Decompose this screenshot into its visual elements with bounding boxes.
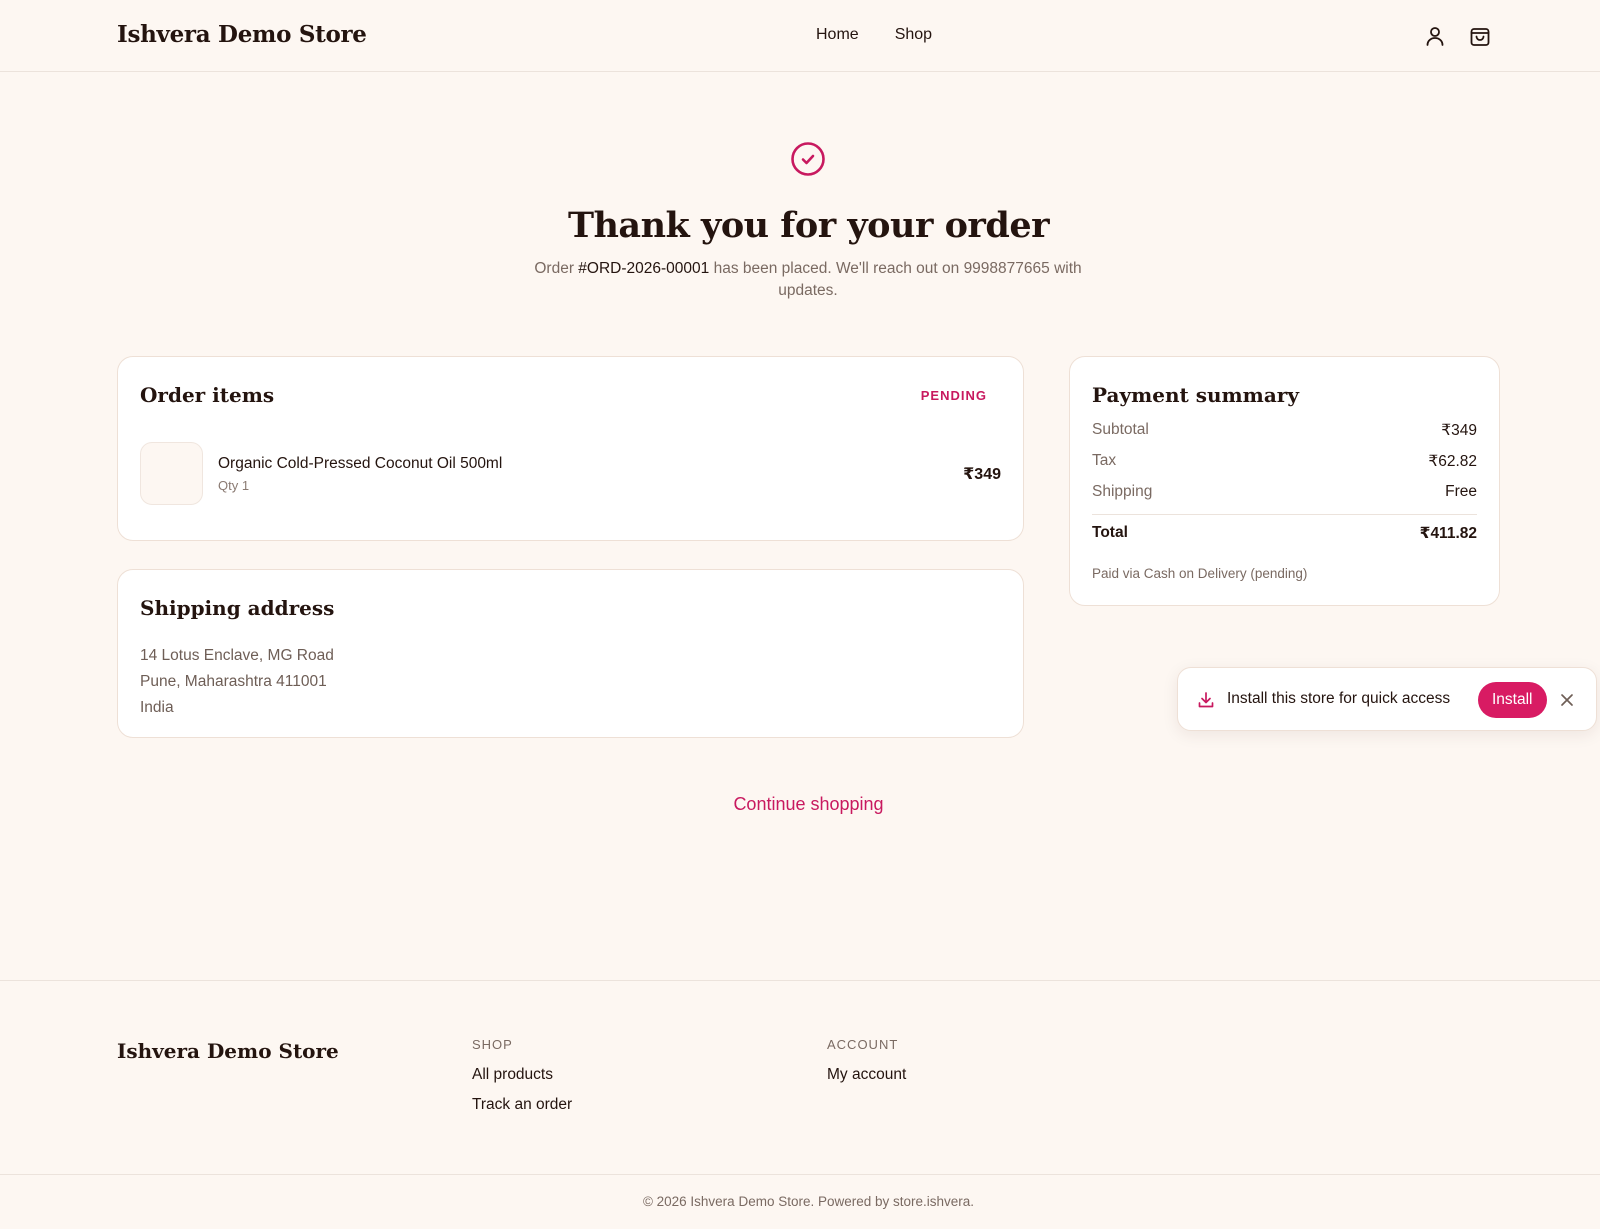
footer-shop-heading: SHOP: [472, 1037, 513, 1052]
shipping-address-heading: Shipping address: [140, 596, 335, 620]
install-button[interactable]: Install: [1478, 682, 1547, 718]
order-items-card: Order items PENDING Organic Cold-Pressed…: [117, 356, 1024, 541]
payment-method-note: Paid via Cash on Delivery (pending): [1092, 566, 1308, 581]
footer-all-products-link[interactable]: All products: [472, 1066, 572, 1084]
total-label: Total: [1092, 524, 1128, 541]
main-nav: Home Shop: [816, 26, 932, 44]
tax-value: ₹62.82: [1428, 453, 1477, 470]
footer-account-column: ACCOUNT My account: [827, 1037, 906, 1096]
continue-shopping-link[interactable]: Continue shopping: [0, 794, 1600, 815]
page-title: Thank you for your order: [567, 205, 1050, 246]
footer-account-heading: ACCOUNT: [827, 1037, 899, 1052]
subtotal-row: Subtotal ₹349: [1092, 421, 1477, 440]
footer-logo: Ishvera Demo Store: [117, 1039, 339, 1063]
footer-divider: [0, 980, 1600, 981]
address-country: India: [140, 699, 174, 716]
payment-summary-heading: Payment summary: [1092, 383, 1299, 407]
store-logo[interactable]: Ishvera Demo Store: [117, 21, 367, 48]
shopping-bag-icon[interactable]: [1468, 24, 1492, 48]
order-items-heading: Order items: [140, 383, 275, 407]
product-name: Organic Cold-Pressed Coconut Oil 500ml: [218, 455, 503, 472]
nav-home-link[interactable]: Home: [816, 26, 859, 44]
shipping-row: Shipping Free: [1092, 483, 1477, 501]
user-icon[interactable]: [1423, 24, 1447, 48]
product-quantity: Qty 1: [218, 478, 250, 493]
site-header: Ishvera Demo Store Home Shop: [0, 0, 1600, 72]
check-circle-icon: [790, 141, 826, 177]
download-icon: [1196, 690, 1216, 710]
order-confirmation-message: Order #ORD-2026-00001 has been placed. W…: [520, 258, 1096, 302]
shipping-address: 14 Lotus Enclave, MG Road Pune, Maharash…: [140, 643, 334, 721]
shipping-address-card: Shipping address 14 Lotus Enclave, MG Ro…: [117, 569, 1024, 738]
subtotal-label: Subtotal: [1092, 421, 1149, 438]
product-thumbnail: [140, 442, 203, 505]
address-line-2: Pune, Maharashtra 411001: [140, 673, 327, 690]
footer-shop-column: SHOP All products Track an order: [472, 1037, 572, 1126]
product-price: ₹349: [963, 466, 1001, 483]
footer-bottom-divider: [0, 1174, 1600, 1175]
order-number: #ORD-2026-00001: [578, 260, 710, 277]
copyright: © 2026 Ishvera Demo Store. Powered by st…: [642, 1194, 975, 1209]
install-message: Install this store for quick access: [1227, 690, 1451, 707]
install-prompt: Install this store for quick access Inst…: [1177, 667, 1597, 731]
footer-my-account-link[interactable]: My account: [827, 1066, 906, 1084]
total-row: Total ₹411.82: [1092, 524, 1477, 543]
subtitle-suffix: has been placed. We'll reach out on 9998…: [709, 260, 1082, 299]
payment-summary-card: Payment summary Subtotal ₹349 Tax ₹62.82…: [1069, 356, 1500, 606]
address-line-1: 14 Lotus Enclave, MG Road: [140, 647, 334, 664]
total-value: ₹411.82: [1419, 525, 1477, 542]
status-badge: PENDING: [920, 388, 987, 403]
summary-divider: [1092, 514, 1477, 515]
tax-row: Tax ₹62.82: [1092, 452, 1477, 471]
shipping-label: Shipping: [1092, 483, 1153, 500]
footer-track-order-link[interactable]: Track an order: [472, 1096, 572, 1114]
tax-label: Tax: [1092, 452, 1117, 469]
shipping-value: Free: [1445, 483, 1477, 500]
subtitle-prefix: Order: [534, 260, 579, 277]
close-icon[interactable]: [1557, 690, 1577, 710]
nav-shop-link[interactable]: Shop: [895, 26, 932, 44]
subtotal-value: ₹349: [1441, 422, 1477, 439]
